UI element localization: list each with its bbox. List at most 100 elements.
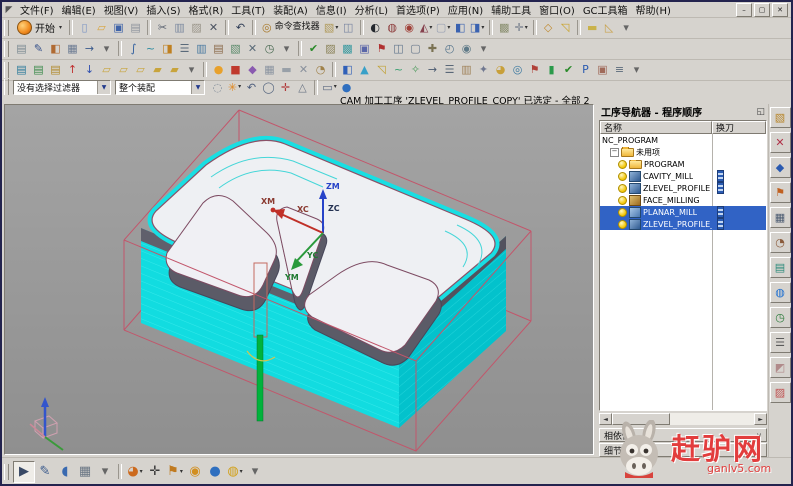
tb1-finder-page[interactable]: ▧▾ xyxy=(323,19,340,36)
tb1-measure-distance[interactable]: ◇ xyxy=(540,19,557,36)
menu-item-10[interactable]: 应用(N) xyxy=(444,6,487,17)
tb2-tool-build[interactable]: ✚ xyxy=(424,40,441,57)
tb1-cut[interactable]: ✂ xyxy=(154,19,171,36)
menu-item-13[interactable]: GC工具箱 xyxy=(579,6,632,17)
tb2-edit-object[interactable]: ✎ xyxy=(30,40,47,57)
tree-row-未用项[interactable]: −未用项 xyxy=(600,146,766,158)
tb3-prism[interactable]: ▲ xyxy=(356,61,373,78)
close-button[interactable]: ✕ xyxy=(772,3,788,17)
tb3-overflow-b[interactable]: ▾ xyxy=(628,61,645,78)
resource-part-navigator[interactable]: ◆ xyxy=(770,157,791,178)
lamp-icon[interactable] xyxy=(618,184,627,193)
tb3-tray-2[interactable]: ▱ xyxy=(115,61,132,78)
tb2-grid-gear[interactable]: ▣ xyxy=(356,40,373,57)
menu-item-0[interactable]: 文件(F) xyxy=(16,6,58,17)
menu-item-14[interactable]: 帮助(H) xyxy=(632,6,675,17)
tb3-fan[interactable]: ◕ xyxy=(492,61,509,78)
minimize-button[interactable]: – xyxy=(736,3,752,17)
tb2-overflow-c[interactable]: ▾ xyxy=(475,40,492,57)
tb1-new-file[interactable]: ▯ xyxy=(76,19,93,36)
tb2-tool-clock[interactable]: ◴ xyxy=(441,40,458,57)
tb3-verify-hand[interactable]: ◆ xyxy=(244,61,261,78)
tb1-triangle-ruler[interactable]: ◺ xyxy=(601,19,618,36)
tb1-overflow[interactable]: ▾ xyxy=(618,19,635,36)
scrollbar-track[interactable] xyxy=(612,413,754,425)
start-button[interactable]: 开始 ▾ xyxy=(13,19,66,37)
pin-icon[interactable]: ◱ xyxy=(756,107,765,117)
tb3-overflow-a[interactable]: ▾ xyxy=(183,61,200,78)
tb3-generate-down[interactable]: ↓ xyxy=(81,61,98,78)
tb3-link-chain[interactable]: ✦ xyxy=(475,61,492,78)
menu-item-11[interactable]: 辅助工具 xyxy=(487,6,535,17)
tb2-inspect[interactable]: ◉ xyxy=(458,40,475,57)
bottombar-hand-tool[interactable]: ◖ xyxy=(55,462,75,482)
lamp-icon[interactable] xyxy=(618,208,627,217)
tb2-history-clock[interactable]: ◷ xyxy=(261,40,278,57)
resource-process-assistant[interactable]: ◔ xyxy=(770,232,791,253)
tb1-shaded-with-edges[interactable]: ◐ xyxy=(367,19,384,36)
tb3-angle-ruler[interactable]: ◹ xyxy=(373,61,390,78)
tb3-layer-db-gold[interactable]: ▤ xyxy=(47,61,64,78)
cad-scene[interactable]: ZM ZC XM XC YC YM xyxy=(5,105,593,454)
tb3-dial[interactable]: ◔ xyxy=(312,61,329,78)
tb1-copy[interactable]: ▥ xyxy=(171,19,188,36)
tb3-check-green[interactable]: ✔ xyxy=(560,61,577,78)
tb2-hand-sheet[interactable]: ▧ xyxy=(227,40,244,57)
tb1-print[interactable]: ▤ xyxy=(127,19,144,36)
tb3-x-diamond[interactable]: ✕ xyxy=(295,61,312,78)
menu-item-8[interactable]: 分析(L) xyxy=(351,6,392,17)
restore-button[interactable]: ▢ xyxy=(754,3,770,17)
graphics-viewport[interactable]: ZM ZC XM XC YC YM xyxy=(4,104,594,455)
tb2-color-grid[interactable]: ▩ xyxy=(339,40,356,57)
bottombar-overflow-b[interactable]: ▾ xyxy=(245,462,265,482)
bottombar-plus-cross[interactable]: ✛ xyxy=(145,462,165,482)
tb1-shaded[interactable]: ◍ xyxy=(384,19,401,36)
tb2-datum-grid[interactable]: ▦ xyxy=(64,40,81,57)
toolbar-grip[interactable] xyxy=(4,62,9,78)
toolbar-grip[interactable] xyxy=(4,464,9,480)
tb2-overflow-b[interactable]: ▾ xyxy=(278,40,295,57)
tb2-close-table[interactable]: ✕ xyxy=(244,40,261,57)
tb3-layer-db-green[interactable]: ▤ xyxy=(30,61,47,78)
tb3-blue-cube[interactable]: ◧ xyxy=(339,61,356,78)
resource-constraint-navigator[interactable]: ✕ xyxy=(770,132,791,153)
column-header-tool-change[interactable]: 换刀 xyxy=(712,121,766,134)
menu-item-12[interactable]: 窗口(O) xyxy=(535,6,579,17)
tb1-command-finder[interactable]: ◎命令查找器 xyxy=(259,19,323,36)
chevron-down-icon[interactable]: ▼ xyxy=(97,81,110,94)
tb3-tray-5[interactable]: ▰ xyxy=(166,61,183,78)
section-dependencies[interactable]: 相依性 ∨ xyxy=(599,428,767,442)
tb2-overflow-a[interactable]: ▾ xyxy=(98,40,115,57)
tb1-undo[interactable]: ↶ xyxy=(232,19,249,36)
menu-item-7[interactable]: 信息(I) xyxy=(312,6,351,17)
tb1-paste[interactable]: ▨ xyxy=(188,19,205,36)
resource-machine-tool-navigator[interactable]: ▦ xyxy=(770,207,791,228)
tb2-select-curve[interactable]: ∫ xyxy=(125,40,142,57)
resource-colors-palette[interactable]: ▨ xyxy=(770,382,791,403)
scrollbar-thumb[interactable] xyxy=(612,413,670,425)
tb1-orient-wcs[interactable]: ✛▾ xyxy=(513,19,530,36)
menu-item-9[interactable]: 首选项(P) xyxy=(392,6,444,17)
tb1-open[interactable]: ▱ xyxy=(93,19,110,36)
tb2-feature-cube[interactable]: ◧ xyxy=(47,40,64,57)
toolbar-grip[interactable] xyxy=(4,41,9,57)
resource-roles-palette[interactable]: ◩ xyxy=(770,357,791,378)
tree-row-face-milling[interactable]: FACE_MILLING xyxy=(600,194,766,206)
tb2-color-cube[interactable]: ◨ xyxy=(159,40,176,57)
tree-row-zlevel-profile-copy[interactable]: ZLEVEL_PROFILE_COPY xyxy=(600,218,766,230)
tb1-clipboard-3d[interactable]: ▩ xyxy=(496,19,513,36)
tb1-new-window[interactable]: ◧ xyxy=(452,19,469,36)
tb1-save[interactable]: ▣ xyxy=(110,19,127,36)
tb3-gray-panel[interactable]: ▬ xyxy=(278,61,295,78)
menu-item-6[interactable]: 装配(A) xyxy=(269,6,312,17)
menu-item-4[interactable]: 格式(R) xyxy=(185,6,228,17)
tb2-window-key[interactable]: ▢ xyxy=(407,40,424,57)
bottombar-grid-snap[interactable]: ▦ xyxy=(75,462,95,482)
bottombar-overflow-a[interactable]: ▾ xyxy=(95,462,115,482)
bottombar-annotate[interactable]: ✎ xyxy=(35,462,55,482)
tb3-gray-table[interactable]: ▦ xyxy=(261,61,278,78)
bottombar-person[interactable]: ◉ xyxy=(185,462,205,482)
resource-web-browser[interactable]: ◍ xyxy=(770,282,791,303)
tb2-paste-special[interactable]: ▤ xyxy=(13,40,30,57)
tb2-book[interactable]: ▤ xyxy=(210,40,227,57)
